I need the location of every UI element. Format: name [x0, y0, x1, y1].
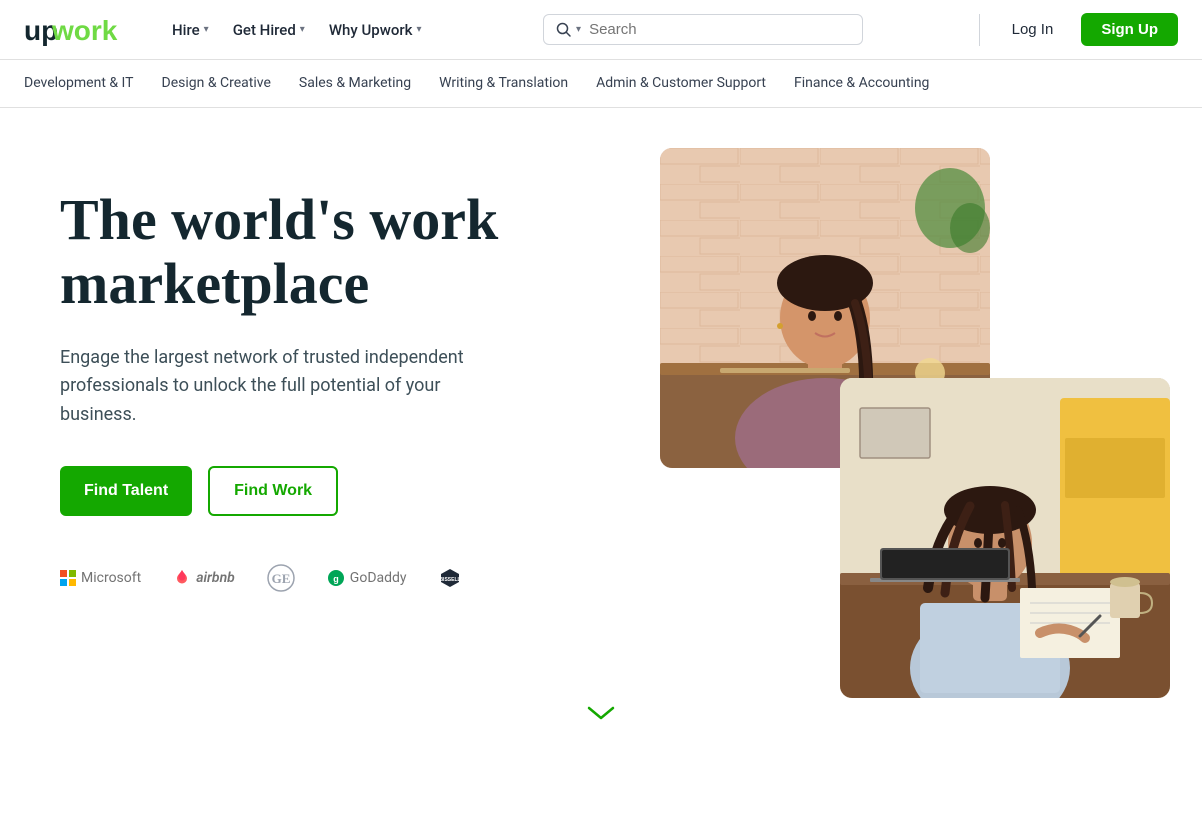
svg-text:g: g — [333, 574, 339, 584]
hire-chevron-icon: ▾ — [204, 24, 209, 35]
hero-subtext: Engage the largest network of trusted in… — [60, 344, 480, 430]
cat-dev-it[interactable]: Development & IT — [24, 71, 134, 97]
signup-button[interactable]: Sign Up — [1081, 13, 1178, 46]
nav-right: Log In Sign Up — [975, 13, 1178, 46]
nav-why-upwork[interactable]: Why Upwork ▾ — [319, 13, 432, 47]
upwork-logo[interactable]: up work — [24, 14, 126, 46]
hero-heading: The world's work marketplace — [60, 188, 600, 316]
scroll-down-chevron[interactable] — [587, 700, 615, 728]
cat-sales[interactable]: Sales & Marketing — [299, 71, 411, 97]
search-area: ▾ — [456, 14, 951, 45]
search-icon: ▾ — [556, 22, 581, 38]
cat-design[interactable]: Design & Creative — [162, 71, 271, 97]
category-bar: Development & IT Design & Creative Sales… — [0, 60, 1202, 108]
nav-divider — [979, 14, 980, 46]
microsoft-logo: Microsoft — [60, 570, 141, 586]
svg-text:GE: GE — [271, 571, 290, 586]
why-upwork-chevron-icon: ▾ — [416, 24, 421, 35]
login-button[interactable]: Log In — [996, 13, 1070, 46]
hero-image-man — [840, 378, 1170, 698]
nav-hire[interactable]: Hire ▾ — [162, 13, 219, 47]
cat-finance[interactable]: Finance & Accounting — [794, 71, 929, 97]
hero-buttons: Find Talent Find Work — [60, 466, 600, 516]
airbnb-logo: airbnb — [173, 569, 235, 587]
cat-admin[interactable]: Admin & Customer Support — [596, 71, 766, 97]
hero-left: The world's work marketplace Engage the … — [60, 148, 600, 592]
search-box[interactable]: ▾ — [543, 14, 863, 45]
find-talent-button[interactable]: Find Talent — [60, 466, 192, 516]
hero-images — [640, 148, 1142, 708]
bissell-logo: BISSELL — [439, 567, 461, 589]
get-hired-chevron-icon: ▾ — [300, 24, 305, 35]
airbnb-name: airbnb — [196, 570, 235, 586]
godaddy-logo: g GoDaddy — [327, 569, 407, 587]
godaddy-name: GoDaddy — [350, 570, 407, 586]
navbar: up work Hire ▾ Get Hired ▾ Why Upwork ▾ … — [0, 0, 1202, 60]
ge-logo: GE — [267, 564, 295, 592]
svg-text:BISSELL: BISSELL — [439, 577, 460, 583]
find-work-button[interactable]: Find Work — [208, 466, 338, 516]
svg-text:work: work — [51, 15, 118, 46]
nav-links: Hire ▾ Get Hired ▾ Why Upwork ▾ — [162, 13, 432, 47]
search-dropdown-icon: ▾ — [576, 24, 581, 35]
search-input[interactable] — [589, 21, 850, 38]
hero-section: The world's work marketplace Engage the … — [0, 108, 1202, 748]
nav-get-hired[interactable]: Get Hired ▾ — [223, 13, 315, 47]
trusted-logos: Microsoft airbnb GE — [60, 564, 600, 592]
cat-writing[interactable]: Writing & Translation — [439, 71, 568, 97]
